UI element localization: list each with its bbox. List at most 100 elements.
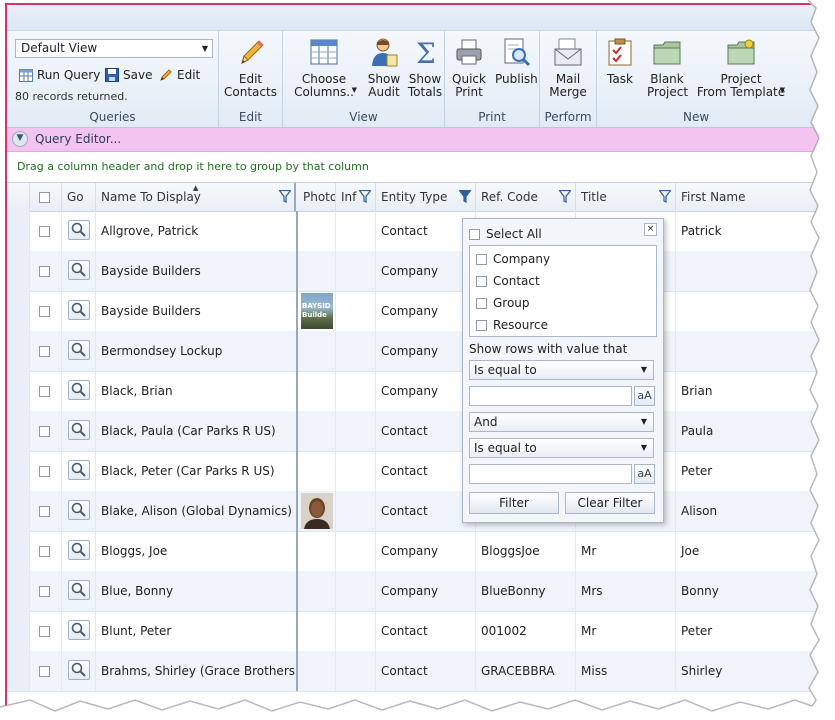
checkbox[interactable] (39, 192, 50, 203)
filter-funnel-icon[interactable] (559, 190, 571, 203)
checkbox[interactable] (476, 275, 487, 287)
table-row[interactable]: Black, Paula (Car Parks R US) Contact Pa… (7, 411, 819, 452)
checkbox[interactable] (476, 297, 487, 309)
filter-button[interactable]: Filter (469, 492, 559, 514)
go-button[interactable] (68, 300, 90, 320)
row-checkbox-cell[interactable] (30, 571, 62, 611)
go-button[interactable] (68, 340, 90, 360)
checkbox[interactable] (39, 466, 50, 477)
checkbox[interactable] (39, 586, 50, 597)
query-editor-bar[interactable]: ▼ Query Editor... (7, 128, 819, 152)
go-button[interactable] (68, 540, 90, 560)
mail-merge-button[interactable]: Mail Merge (548, 37, 588, 99)
go-button[interactable] (68, 620, 90, 640)
checkbox[interactable] (39, 506, 50, 517)
checkbox[interactable] (39, 666, 50, 677)
header-select-all-checkbox[interactable] (30, 183, 62, 211)
view-select[interactable]: Default View ▼ (15, 39, 213, 58)
operator-select-1[interactable]: Is equal to ▼ (469, 360, 654, 380)
choose-columns-button[interactable]: Choose Columns.. ▼ (289, 37, 359, 99)
checkbox[interactable] (476, 253, 487, 265)
edit-contacts-button[interactable]: Edit Contacts (219, 37, 282, 99)
row-checkbox-cell[interactable] (30, 331, 62, 371)
header-title[interactable]: Title (576, 183, 676, 211)
operator-select-2[interactable]: Is equal to ▼ (469, 438, 654, 458)
option-resource[interactable]: Resource (476, 318, 548, 332)
checkbox[interactable] (39, 626, 50, 637)
name-cell: Black, Brian (96, 371, 298, 411)
filter-funnel-icon[interactable] (459, 190, 471, 203)
header-name-to-display[interactable]: Name To Display ▲ (96, 183, 296, 211)
go-button[interactable] (68, 460, 90, 480)
checkbox[interactable] (39, 346, 50, 357)
go-button[interactable] (68, 380, 90, 400)
go-button[interactable] (68, 580, 90, 600)
project-from-template-button[interactable]: Project From Template ▼ (693, 37, 789, 99)
header-info[interactable]: Inf (336, 183, 376, 211)
go-button[interactable] (68, 260, 90, 280)
checkbox[interactable] (469, 228, 480, 240)
match-case-toggle-1[interactable]: aA (634, 386, 655, 406)
filter-funnel-icon[interactable] (359, 190, 371, 203)
row-checkbox-cell[interactable] (30, 531, 62, 571)
option-company[interactable]: Company (476, 252, 550, 266)
table-row[interactable]: Blunt, Peter Contact 001002 Mr Peter (7, 611, 819, 652)
checkbox[interactable] (39, 266, 50, 277)
photo-cell (298, 331, 336, 371)
group-by-drop-area[interactable]: Drag a column header and drop it here to… (7, 152, 819, 182)
checkbox[interactable] (39, 546, 50, 557)
chevron-down-icon[interactable]: ▼ (12, 131, 28, 147)
go-button[interactable] (68, 420, 90, 440)
edit-query-button[interactable]: Edit (159, 68, 200, 82)
blank-project-button[interactable]: Blank Project (647, 37, 688, 99)
row-checkbox-cell[interactable] (30, 451, 62, 491)
pencil-icon (240, 40, 264, 64)
checkbox[interactable] (39, 386, 50, 397)
table-row[interactable]: Blue, Bonny Company BlueBonny Mrs Bonny (7, 571, 819, 612)
row-checkbox-cell[interactable] (30, 251, 62, 291)
table-row[interactable]: Black, Peter (Car Parks R US) Contact Pe… (7, 451, 819, 492)
checkbox[interactable] (39, 426, 50, 437)
row-checkbox-cell[interactable] (30, 211, 62, 251)
show-audit-button[interactable]: Show Audit (366, 37, 402, 99)
run-query-button[interactable]: Run Query (19, 68, 100, 82)
task-button[interactable]: Task (605, 37, 635, 86)
table-row[interactable]: Bayside Builders BAYSID Builde Company (7, 291, 819, 332)
go-button[interactable] (68, 220, 90, 240)
row-checkbox-cell[interactable] (30, 491, 62, 531)
match-case-toggle-2[interactable]: aA (634, 464, 655, 484)
table-row[interactable]: Bloggs, Joe Company BloggsJoe Mr Joe (7, 531, 819, 572)
checkbox[interactable] (476, 319, 487, 331)
close-icon[interactable]: × (644, 223, 657, 236)
go-button[interactable] (68, 660, 90, 680)
table-row[interactable]: Bermondsey Lockup Company (7, 331, 819, 372)
table-row[interactable]: Blake, Alison (Global Dynamics) Contact … (7, 491, 819, 532)
filter-funnel-icon[interactable] (279, 190, 291, 203)
table-row[interactable]: Brahms, Shirley (Grace Brothers) Contact… (7, 651, 819, 692)
filter-value-input-1[interactable] (469, 386, 632, 406)
row-checkbox-cell[interactable] (30, 371, 62, 411)
table-row[interactable]: Allgrove, Patrick Contact Patrick (7, 211, 819, 252)
row-checkbox-cell[interactable] (30, 651, 62, 691)
show-totals-button[interactable]: Σ Show Totals (407, 37, 443, 99)
filter-funnel-icon[interactable] (659, 190, 671, 203)
go-button[interactable] (68, 500, 90, 520)
row-checkbox-cell[interactable] (30, 611, 62, 651)
quick-print-button[interactable]: Quick Print (451, 37, 487, 99)
row-checkbox-cell[interactable] (30, 411, 62, 451)
table-row[interactable]: Bayside Builders Company (7, 251, 819, 292)
option-contact[interactable]: Contact (476, 274, 540, 288)
checkbox[interactable] (39, 306, 50, 317)
select-all-option[interactable]: Select All (469, 227, 542, 241)
save-button[interactable]: Save (105, 68, 152, 82)
clear-filter-button[interactable]: Clear Filter (565, 492, 655, 514)
header-entity-type[interactable]: Entity Type (376, 183, 476, 211)
table-row[interactable]: Black, Brian Company Brian (7, 371, 819, 412)
row-checkbox-cell[interactable] (30, 291, 62, 331)
option-group[interactable]: Group (476, 296, 530, 310)
header-ref-code[interactable]: Ref. Code (476, 183, 576, 211)
filter-value-input-2[interactable] (469, 464, 632, 484)
publish-button[interactable]: Publish (495, 37, 538, 86)
checkbox[interactable] (39, 226, 50, 237)
logic-select[interactable]: And ▼ (469, 412, 654, 432)
